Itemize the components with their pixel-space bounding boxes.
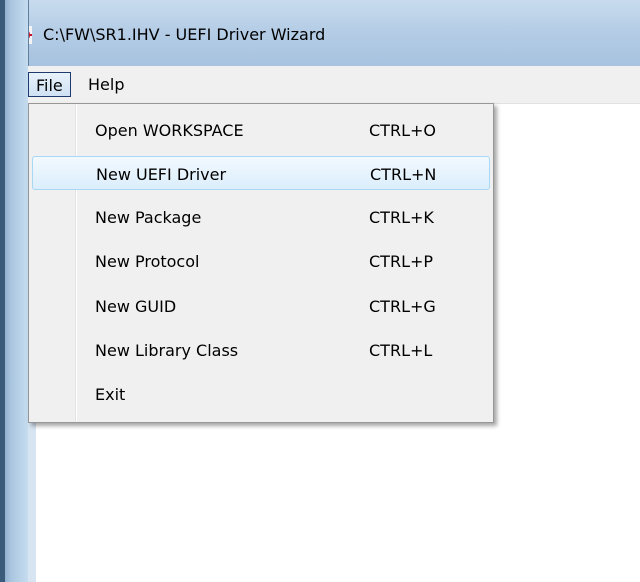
menu-item-new-protocol[interactable]: New Protocol CTRL+P — [32, 244, 490, 278]
menu-file[interactable]: File — [28, 72, 71, 97]
menu-item-shortcut: CTRL+G — [369, 297, 436, 316]
menu-bar: File Help — [28, 66, 640, 104]
title-bar[interactable]: C:\FW\SR1.IHV - UEFI Driver Wizard — [0, 0, 640, 66]
file-menu-dropdown: Open WORKSPACE CTRL+O New UEFI Driver CT… — [28, 103, 494, 423]
menu-item-label: Open WORKSPACE — [95, 121, 244, 140]
menu-item-shortcut: CTRL+O — [369, 121, 436, 140]
menu-item-shortcut: CTRL+N — [370, 165, 437, 184]
menu-item-exit[interactable]: Exit — [32, 377, 490, 411]
window-title: C:\FW\SR1.IHV - UEFI Driver Wizard — [43, 25, 326, 44]
app-window: C:\FW\SR1.IHV - UEFI Driver Wizard File … — [0, 0, 640, 582]
menu-item-open-workspace[interactable]: Open WORKSPACE CTRL+O — [32, 113, 490, 147]
menu-item-new-library-class[interactable]: New Library Class CTRL+L — [32, 333, 490, 367]
menu-item-shortcut: CTRL+L — [369, 341, 433, 360]
menu-item-new-package[interactable]: New Package CTRL+K — [32, 200, 490, 234]
menu-item-label: New Protocol — [95, 252, 200, 271]
menu-item-label: New UEFI Driver — [96, 165, 227, 184]
menu-item-label: New Package — [95, 208, 202, 227]
menu-item-label: New GUID — [95, 297, 177, 316]
menu-item-shortcut: CTRL+K — [369, 208, 434, 227]
window-left-frame-edge — [0, 0, 28, 582]
menu-item-shortcut: CTRL+P — [369, 252, 434, 271]
menu-item-label: New Library Class — [95, 341, 239, 360]
menu-item-label: Exit — [95, 385, 126, 404]
menu-item-new-guid[interactable]: New GUID CTRL+G — [32, 289, 490, 323]
menu-help[interactable]: Help — [81, 72, 131, 97]
menu-item-new-uefi-driver[interactable]: New UEFI Driver CTRL+N — [32, 156, 490, 190]
